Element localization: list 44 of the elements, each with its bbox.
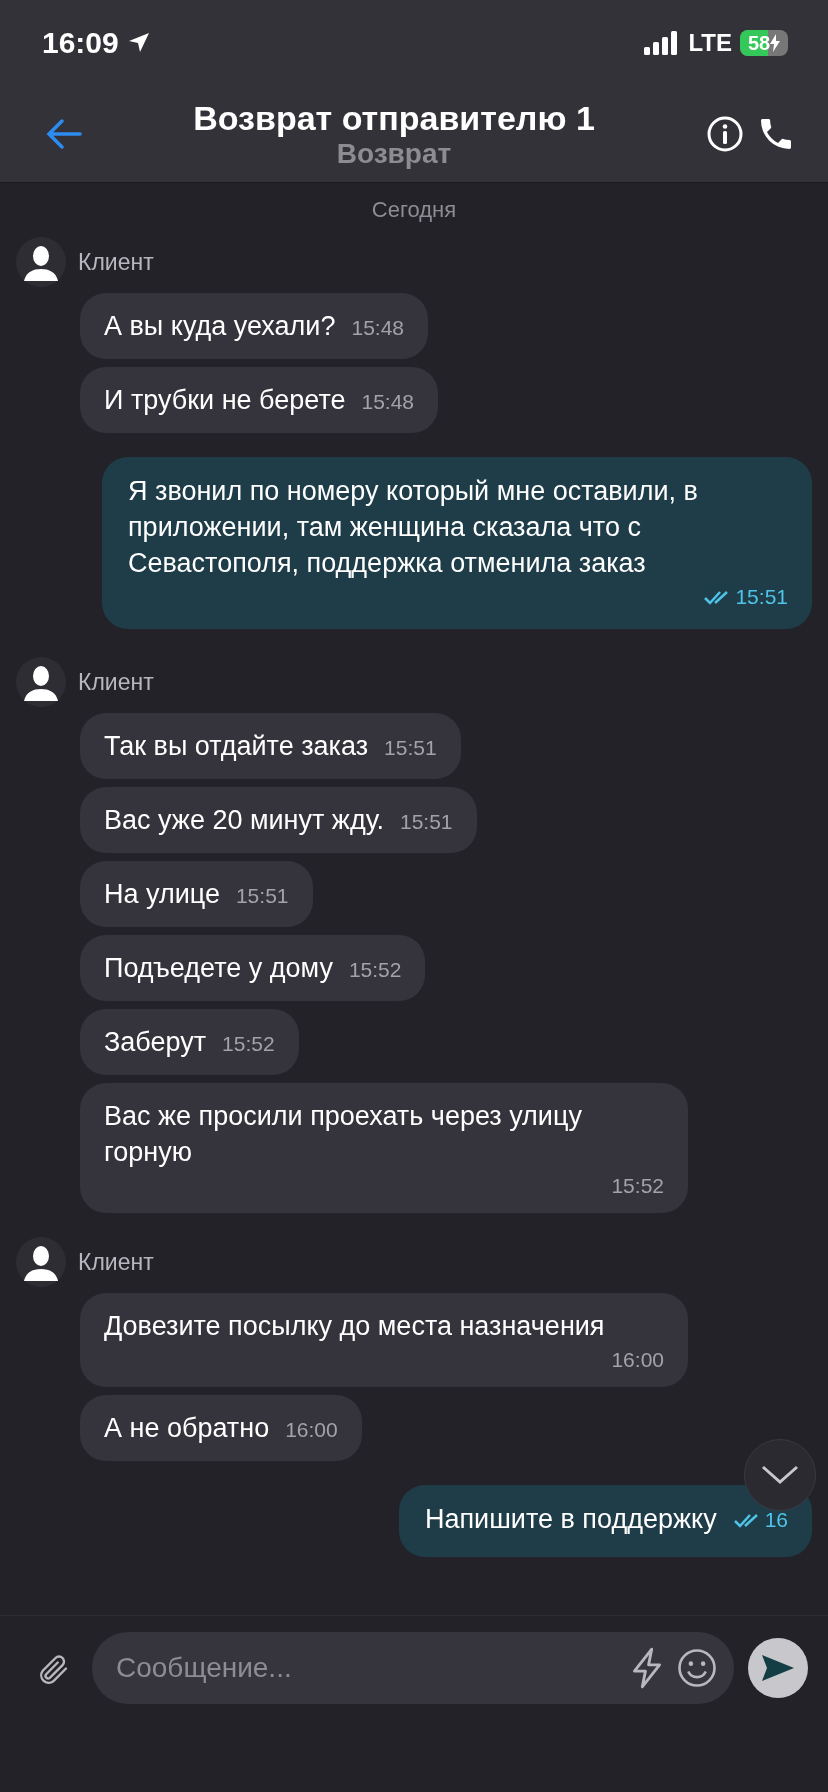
message-text: Довезите посылку до места назначения <box>104 1310 605 1343</box>
message-text: А не обратно <box>104 1412 270 1445</box>
send-icon <box>760 1653 796 1683</box>
message-field[interactable]: Сообщение... <box>92 1632 734 1704</box>
message-text: Заберут <box>104 1026 207 1059</box>
avatar-icon <box>16 237 66 287</box>
message-time: 15:52 <box>611 1174 664 1198</box>
message-time: 15:51 <box>400 810 453 834</box>
message-text: Так вы отдайте заказ <box>104 730 369 763</box>
message-text: Подъедете у дому <box>104 952 333 985</box>
status-time: 16:09 <box>42 26 119 60</box>
back-arrow-icon <box>46 118 82 150</box>
message-time: 15:52 <box>348 958 402 982</box>
message-text: И трубки не берете <box>104 384 346 417</box>
info-icon <box>706 115 744 153</box>
message-time: 15:48 <box>361 390 415 414</box>
avatar-icon <box>16 657 66 707</box>
message-text: Вас же просили проехать через улицу горную <box>104 1100 583 1169</box>
send-button[interactable] <box>748 1638 808 1698</box>
message-time: 15:52 <box>222 1032 275 1056</box>
chevron-down-icon <box>760 1464 800 1486</box>
message-time: 15:51 <box>235 884 289 908</box>
message-time: 15:51 <box>384 736 437 760</box>
message-input[interactable]: Сообщение... <box>114 1651 618 1685</box>
chat-title: Возврат отправителю 1 <box>193 98 595 138</box>
sender-name: Клиент <box>78 668 154 696</box>
chat-subtitle: Возврат <box>336 137 452 170</box>
message-text: Я звонил по номеру который мне оставили, в приложении, там женщина сказала что с Севастополя, поддержка отменила заказ <box>128 475 699 580</box>
message-time: 15:51 <box>735 585 788 609</box>
battery-percent: 58 <box>747 31 781 55</box>
emoji-icon[interactable] <box>676 1647 718 1689</box>
message-time: 16 <box>764 1508 788 1532</box>
message-time: 15:48 <box>351 316 404 340</box>
message-time: 16:00 <box>611 1348 664 1372</box>
message-text: На улице <box>104 878 220 911</box>
message-text: А вы куда уехали? <box>104 310 336 343</box>
date-divider: Сегодня <box>371 197 457 223</box>
message-text: Вас уже 20 минут жду. <box>104 804 384 837</box>
message-text: Напишите в поддержку <box>425 1503 717 1536</box>
avatar-icon <box>16 1237 66 1287</box>
message-time: 16:00 <box>285 1418 338 1442</box>
network-label: LTE <box>688 29 732 57</box>
sender-name: Клиент <box>78 248 154 276</box>
sender-name: Клиент <box>78 1248 154 1276</box>
